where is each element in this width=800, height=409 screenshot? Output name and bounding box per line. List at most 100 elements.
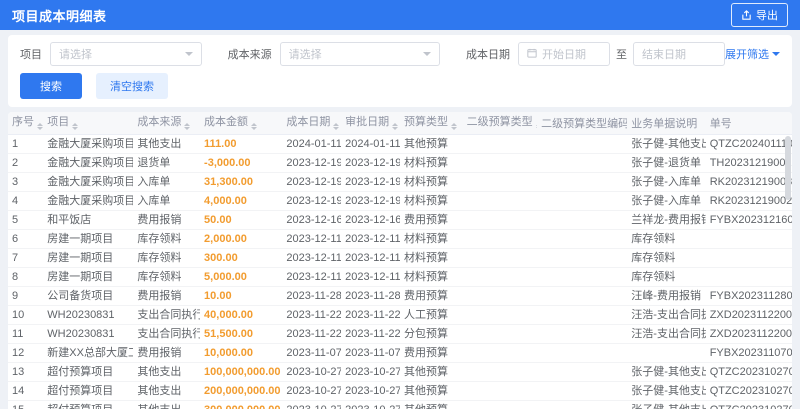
table-cell	[462, 286, 538, 306]
end-date-input[interactable]: 结束日期	[633, 42, 725, 66]
table-cell: 费用报销	[133, 286, 201, 306]
table-cell: 张子健-其他支出	[627, 362, 706, 382]
page-title: 项目成本明细表	[12, 8, 107, 24]
column-label: 业务单据说明	[631, 117, 698, 130]
table-cell: 材料预算	[399, 172, 463, 192]
table-cell: 40,000.00	[200, 305, 283, 325]
sort-icon[interactable]	[535, 120, 538, 133]
clear-search-button[interactable]: 清空搜索	[96, 73, 168, 99]
table-cell: 2023-11-07	[282, 343, 342, 363]
table-cell: QTZC20231027002	[705, 400, 792, 409]
table-cell: 12	[8, 343, 44, 363]
table-cell: 2023-10-27	[341, 400, 400, 409]
table-cell: 2023-12-11	[282, 248, 342, 268]
table-cell: 2023-12-19	[341, 153, 400, 173]
table-cell: 2023-12-11	[341, 229, 400, 249]
table-cell: 其他预算	[399, 362, 463, 382]
sort-icon[interactable]	[72, 120, 79, 133]
column-header-6[interactable]: 预算类型	[399, 112, 463, 135]
column-header-9: 业务单据说明	[627, 112, 706, 135]
column-header-10: 单号	[705, 112, 792, 135]
table-cell: 31,300.00	[200, 172, 283, 192]
table-cell: 2023-11-22	[341, 305, 400, 325]
table-cell: 房建一期项目	[43, 267, 134, 287]
sort-icon[interactable]	[184, 120, 191, 133]
sort-icon[interactable]	[251, 120, 258, 133]
table-cell	[462, 172, 538, 192]
sort-icon[interactable]	[333, 120, 340, 133]
column-header-1[interactable]: 项目	[43, 112, 134, 135]
table-cell: 材料预算	[399, 229, 463, 249]
table-row: 9 公司备货项目 费用报销 10.00 2023-11-28 2023-11-28 费用预算…	[8, 286, 792, 306]
column-label: 成本日期	[286, 115, 331, 128]
filter-panel: 项目 请选择 成本来源 请选择 成本日期 开始日期 至 结束日期 展开筛选 搜索…	[8, 35, 792, 107]
sort-icon[interactable]	[37, 120, 43, 133]
table-cell: 张子健-入库单	[627, 172, 706, 192]
table-cell: QTZC20231027002	[705, 362, 792, 382]
cost-source-select-placeholder: 请选择	[288, 49, 322, 61]
table-cell: 2023-12-16	[282, 210, 342, 230]
table-cell: 2023-11-22	[282, 305, 342, 325]
table-cell: FYBX20231216001	[705, 210, 792, 230]
table-header-row: 序号 项目 成本来源 成本金额 成本日期 审批日期 预算类型 二级预算类型 二级预算类型编码 业务…	[8, 112, 792, 135]
table-cell	[537, 248, 628, 268]
table-cell	[462, 229, 538, 249]
table-cell: 4,000.00	[200, 191, 283, 211]
table-cell	[537, 191, 628, 211]
cost-date-filter-label: 成本日期	[466, 49, 510, 61]
table-cell: QTZC20240111001	[705, 134, 792, 154]
table-row: 1 金融大厦采购项目 其他支出 111.00 2024-01-11 2024-01-11 其…	[8, 134, 792, 154]
column-header-0[interactable]: 序号	[8, 112, 44, 135]
table-cell: 2	[8, 153, 44, 173]
table-cell: 111.00	[200, 134, 283, 154]
table-cell	[537, 229, 628, 249]
table-cell	[537, 153, 628, 173]
search-button[interactable]: 搜索	[20, 73, 82, 99]
export-icon	[741, 9, 752, 21]
column-header-2[interactable]: 成本来源	[133, 112, 201, 135]
expand-filters-label: 展开筛选	[725, 49, 769, 61]
table-cell: 其他预算	[399, 381, 463, 401]
column-header-7[interactable]: 二级预算类型	[462, 112, 538, 135]
table-cell: 15	[8, 400, 44, 409]
table-row: 14 超付预算项目 其他支出 200,000,000.00 2023-10-27 2023…	[8, 381, 792, 401]
table-cell: 费用报销	[133, 343, 201, 363]
project-select[interactable]: 请选择	[50, 42, 202, 66]
scrollbar-thumb[interactable]	[785, 136, 791, 200]
table-cell: 入库单	[133, 191, 201, 211]
table-cell: FYBX20231107001	[705, 343, 792, 363]
expand-filters-link[interactable]: 展开筛选	[725, 46, 780, 62]
calendar-icon	[527, 48, 537, 61]
table-cell: 300.00	[200, 248, 283, 268]
table-cell: 10	[8, 305, 44, 325]
column-header-4[interactable]: 成本日期	[282, 112, 342, 135]
start-date-input[interactable]: 开始日期	[518, 42, 610, 66]
column-header-5[interactable]: 审批日期	[341, 112, 400, 135]
page-header: 项目成本明细表 导出	[0, 0, 800, 30]
table-cell: 2023-10-27	[341, 381, 400, 401]
table-cell: 2023-12-11	[341, 267, 400, 287]
table-row: 8 房建一期项目 库存领料 5,000.00 2023-12-11 2023-12-11 材…	[8, 267, 792, 287]
table-cell	[537, 381, 628, 401]
chevron-down-icon	[772, 52, 780, 60]
table-cell	[537, 343, 628, 363]
project-filter-label: 项目	[20, 49, 42, 61]
table-cell: 库存领料	[627, 248, 706, 268]
table-cell: 库存领料	[133, 229, 201, 249]
column-label: 审批日期	[345, 115, 390, 128]
vertical-scrollbar[interactable]	[785, 136, 791, 409]
export-button[interactable]: 导出	[731, 3, 788, 27]
table-cell: 其他支出	[133, 362, 201, 382]
column-label: 二级预算类型	[466, 115, 533, 128]
cost-source-select[interactable]: 请选择	[279, 42, 440, 66]
table-cell: 和平饭店	[43, 210, 134, 230]
column-label: 成本来源	[137, 115, 182, 128]
column-header-3[interactable]: 成本金额	[200, 112, 283, 135]
table-row: 3 金融大厦采购项目 入库单 31,300.00 2023-12-19 2023-12-1…	[8, 172, 792, 192]
sort-icon[interactable]	[392, 120, 399, 133]
table-cell: 51,500.00	[200, 324, 283, 344]
table-cell: QTZC20231027002	[705, 381, 792, 401]
sort-icon[interactable]	[450, 120, 457, 133]
table-cell: WH20230831	[43, 324, 134, 344]
table-cell	[462, 362, 538, 382]
